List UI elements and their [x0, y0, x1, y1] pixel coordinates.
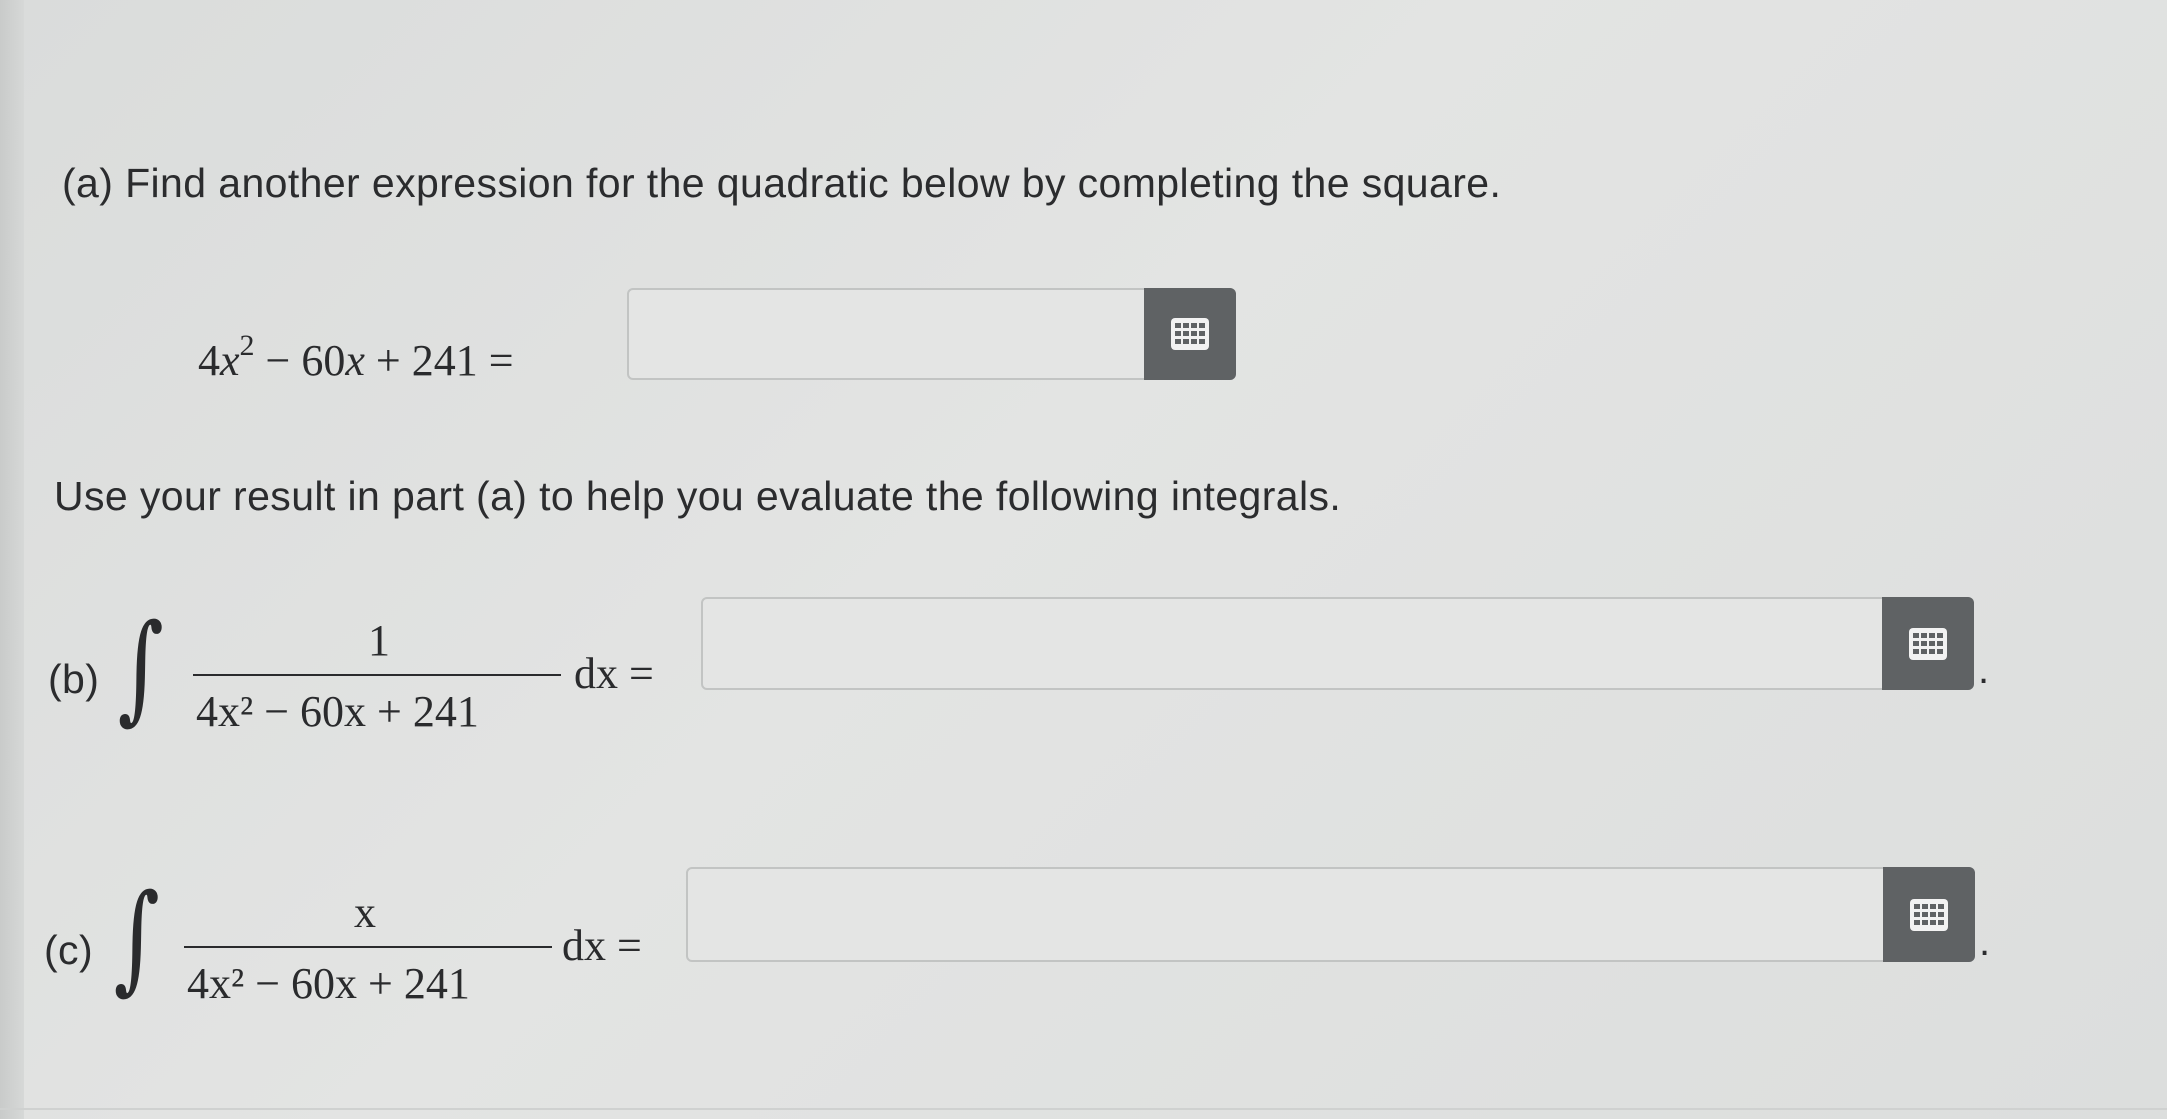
- keypad-grid-icon: [1909, 627, 1947, 660]
- part-c-integral-sign: ∫: [113, 868, 160, 1006]
- part-b-fraction-bar: [193, 674, 561, 676]
- part-a-answer-input[interactable]: [629, 290, 1144, 378]
- part-b-period: .: [1978, 648, 1990, 692]
- part-c-keypad-button[interactable]: [1883, 867, 1975, 962]
- part-c-differential: dx =: [562, 921, 642, 970]
- instruction-text: Use your result in part (a) to help you …: [54, 473, 1342, 519]
- page-left-edge: [0, 0, 24, 1119]
- part-a-answer-box: [627, 288, 1236, 380]
- page-divider: [0, 1108, 2167, 1110]
- part-b-integral-sign: ∫: [117, 598, 164, 736]
- part-b-keypad-button[interactable]: [1882, 597, 1974, 690]
- part-b-label: (b): [48, 656, 100, 702]
- part-b-answer-box: [701, 597, 1974, 690]
- part-c-answer-input[interactable]: [688, 869, 1883, 960]
- part-c-period: .: [1979, 920, 1991, 964]
- part-a-expression: 4x2 − 60x + 241 =: [198, 329, 514, 386]
- keypad-grid-icon: [1910, 898, 1948, 931]
- part-c-fraction-bar: [184, 946, 552, 948]
- keypad-grid-icon: [1171, 318, 1209, 350]
- part-c-label: (c): [44, 927, 94, 973]
- part-b-differential: dx =: [574, 649, 654, 698]
- part-b-numerator: 1: [368, 616, 390, 665]
- part-a-keypad-button[interactable]: [1144, 288, 1236, 380]
- part-b-answer-input[interactable]: [703, 599, 1882, 688]
- part-a-prompt: (a) Find another expression for the quad…: [62, 160, 1502, 206]
- part-c-denominator: 4x² − 60x + 241: [187, 959, 470, 1008]
- part-c-answer-box: [686, 867, 1975, 962]
- part-c-numerator: x: [354, 888, 376, 937]
- part-b-denominator: 4x² − 60x + 241: [196, 687, 479, 736]
